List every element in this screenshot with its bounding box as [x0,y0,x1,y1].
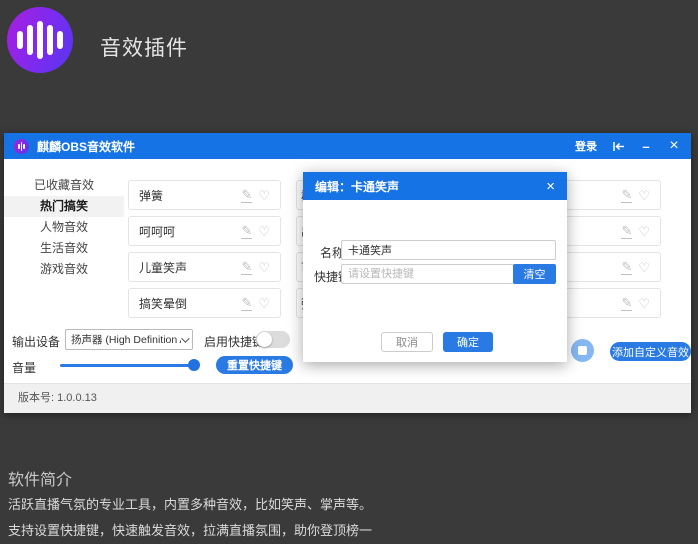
sidebar-item-game[interactable]: 游戏音效 [4,259,124,280]
sound-name: 儿童笑声 [139,259,235,276]
edit-icon[interactable]: ✎ [241,296,252,311]
favorite-heart-icon[interactable]: ♡ [638,225,650,238]
minimize-button[interactable]: – [639,139,653,153]
edit-icon[interactable]: ✎ [621,260,632,275]
volume-slider[interactable] [60,359,200,371]
output-device-value: 扬声器 (High Definition Aud [71,332,181,347]
sidebar-item-character[interactable]: 人物音效 [4,217,124,238]
window-title: 麒麟OBS音效软件 [37,138,135,155]
sound-wave-logo-icon [7,7,73,73]
output-device-select[interactable]: 扬声器 (High Definition Aud [65,329,193,350]
favorite-heart-icon[interactable]: ♡ [258,225,270,238]
slider-knob[interactable] [188,359,200,371]
favorite-heart-icon[interactable]: ♡ [258,297,270,310]
intro-line-2: 支持设置快捷键，快速触发音效，拉满直播氛围，助你登顶榜一 [8,520,372,539]
version-statusbar: 版本号: 1.0.0.13 [4,383,691,413]
favorite-heart-icon[interactable]: ♡ [638,261,650,274]
enable-hotkey-toggle[interactable] [256,331,290,348]
chevron-down-icon [181,334,189,342]
name-input[interactable] [341,240,556,260]
hotkey-input[interactable] [341,264,514,284]
sidebar-item-favorites[interactable]: 已收藏音效 [4,175,124,196]
login-button[interactable]: 登录 [575,138,597,154]
output-device-label: 输出设备 [12,333,60,350]
wave-bar [57,31,63,49]
slider-track [60,364,196,367]
edit-icon[interactable]: ✎ [621,224,632,239]
volume-label: 音量 [12,359,36,376]
edit-sound-dialog: 编辑：卡通笑声 × 名称 快捷键 清空 取消 确定 [303,172,567,362]
edit-icon[interactable]: ✎ [621,296,632,311]
favorite-heart-icon[interactable]: ♡ [258,261,270,274]
add-custom-sound-button[interactable]: 添加自定义音效 [610,342,691,361]
cancel-button[interactable]: 取消 [381,332,433,352]
close-button[interactable]: × [667,139,681,153]
sound-card[interactable]: 搞笑晕倒 ✎ ♡ [128,288,281,318]
toggle-knob [257,332,272,347]
sound-card[interactable]: 弹簧 ✎ ♡ [128,180,281,210]
dialog-title: 编辑：卡通笑声 [315,178,399,195]
confirm-button[interactable]: 确定 [443,332,493,352]
edit-icon[interactable]: ✎ [241,188,252,203]
collapse-icon[interactable] [611,139,625,153]
favorite-heart-icon[interactable]: ♡ [638,189,650,202]
edit-icon[interactable]: ✎ [241,224,252,239]
sound-name: 呵呵呵 [139,223,235,240]
app-logo-icon [14,139,29,154]
stop-playback-button[interactable] [571,339,594,362]
sound-card[interactable]: 呵呵呵 ✎ ♡ [128,216,281,246]
dialog-titlebar: 编辑：卡通笑声 × [303,172,567,200]
sidebar-item-life[interactable]: 生活音效 [4,238,124,259]
intro-line-1: 活跃直播气氛的专业工具，内置多种音效，比如笑声、掌声等。 [8,494,372,513]
favorite-heart-icon[interactable]: ♡ [638,297,650,310]
stop-icon [578,346,587,355]
clear-hotkey-button[interactable]: 清空 [513,264,556,284]
edit-icon[interactable]: ✎ [241,260,252,275]
wave-bar [27,25,33,55]
sound-name: 搞笑晕倒 [139,295,235,312]
sound-name: 弹簧 [139,187,235,204]
sidebar-item-hot-funny[interactable]: 热门搞笑 [4,196,124,217]
wave-bar [47,25,53,55]
app-window: 麒麟OBS音效软件 登录 – × 已收藏音效 热门搞笑 人物音效 生活音效 游戏… [4,133,691,413]
page-title: 音效插件 [100,32,188,62]
dialog-close-icon[interactable]: × [546,179,555,194]
wave-bar [17,31,23,49]
favorite-heart-icon[interactable]: ♡ [258,189,270,202]
reset-hotkey-button[interactable]: 重置快捷键 [216,356,293,374]
window-titlebar: 麒麟OBS音效软件 登录 – × [4,133,691,159]
intro-heading: 软件简介 [8,466,72,490]
sound-card[interactable]: 儿童笑声 ✎ ♡ [128,252,281,282]
wave-bar [37,21,43,59]
edit-icon[interactable]: ✎ [621,188,632,203]
enable-hotkey-label: 启用快捷键 [204,333,264,350]
